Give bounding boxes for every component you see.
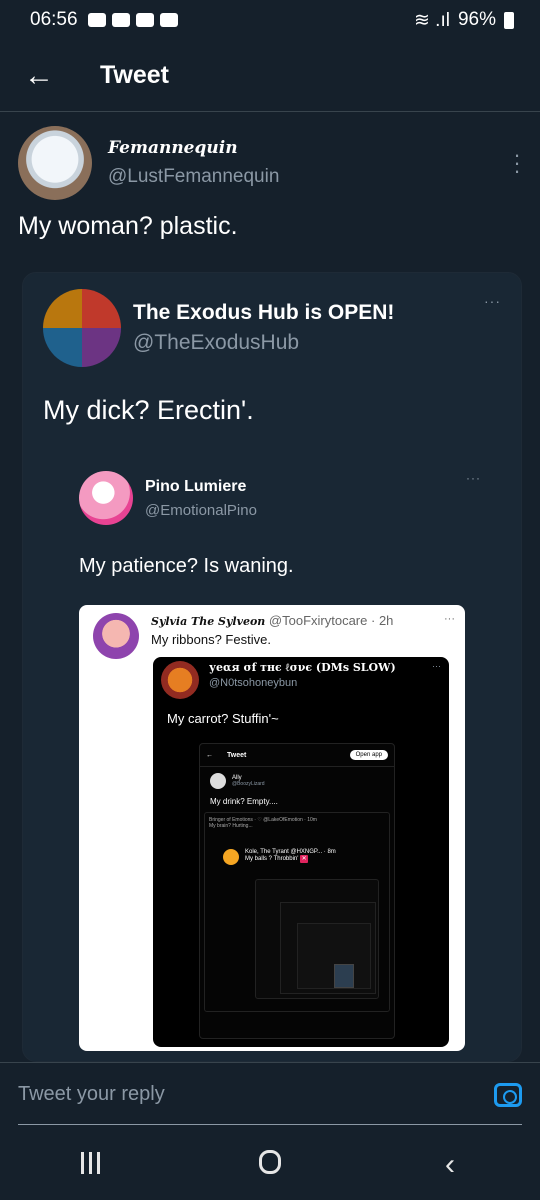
nested-quote bbox=[297, 923, 371, 989]
more-vertical-icon[interactable]: · · · bbox=[512, 144, 522, 182]
back-arrow-icon: ← bbox=[206, 751, 213, 759]
deep-tweet-text: My drink? Empty.... bbox=[210, 797, 278, 806]
handle: @TooFxirytocare bbox=[268, 613, 368, 628]
main-tweet[interactable]: Femannequin @LustFemannequin · · · My woma… bbox=[18, 126, 522, 241]
screenshot-tweet-text: My ribbons? Festive. bbox=[151, 632, 271, 647]
author-names: Pino Lumiere @EmotionalPino bbox=[145, 478, 257, 519]
display-name: уеαя σf тнє ℓσνє (DMs SLOW) bbox=[209, 661, 396, 674]
twitter-icon bbox=[111, 13, 130, 27]
avatar[interactable] bbox=[79, 471, 133, 525]
page-title: Tweet bbox=[100, 61, 169, 89]
nested-tweet-text: My patience? Is waning. bbox=[79, 555, 294, 577]
status-time: 06:56 bbox=[30, 9, 78, 30]
back-arrow-icon[interactable]: ← bbox=[0, 59, 100, 93]
avatar bbox=[210, 773, 226, 789]
youtube-icon bbox=[87, 13, 106, 27]
tweet-text: My woman? plastic. bbox=[18, 212, 238, 240]
more-icon: ··· bbox=[432, 661, 441, 671]
kole-text: My balls ? Throbbin' bbox=[245, 856, 299, 862]
quoted-tweet-card[interactable]: The Exodus Hub is OPEN! @TheExodusHub ··… bbox=[22, 272, 522, 1062]
display-name: Sylvia The Sylveon bbox=[151, 615, 266, 628]
nested-quote bbox=[255, 879, 379, 999]
x-emoji-icon: ✕ bbox=[300, 855, 309, 863]
deep-screenshot: ← Tweet Open app Ally @BoozyLizard My dr… bbox=[199, 743, 395, 1039]
tweet-author-row: Femannequin @LustFemannequin · · · bbox=[18, 126, 522, 200]
screenshot-tweet: Sylvia The Sylveon @TooFxirytocare · 2h … bbox=[93, 613, 455, 659]
nested-quote bbox=[334, 964, 354, 988]
handle[interactable]: @TheExodusHub bbox=[133, 331, 394, 355]
inner-author-row: уеαя σf тнє ℓσνє (DMs SLOW) @N0tsohoneyb… bbox=[161, 661, 441, 699]
chevron-left-icon: ‹ bbox=[445, 1148, 455, 1181]
android-nav-bar: ‹ bbox=[0, 1130, 540, 1200]
reply-input[interactable]: Tweet your reply bbox=[18, 1083, 165, 1106]
display-name[interactable]: Pino Lumiere bbox=[145, 478, 257, 496]
author-names: The Exodus Hub is OPEN! @TheExodusHub bbox=[133, 301, 394, 355]
notification-icons bbox=[87, 13, 178, 27]
avatar bbox=[223, 849, 239, 865]
quoted-author-row: The Exodus Hub is OPEN! @TheExodusHub ··… bbox=[43, 289, 501, 367]
handle: @N0tsohoneybun bbox=[209, 677, 298, 689]
open-app-button: Open app bbox=[349, 750, 388, 760]
handle: @BoozyLizard bbox=[232, 781, 265, 787]
avatar[interactable] bbox=[43, 289, 121, 367]
top-app-bar: ← Tweet bbox=[0, 40, 540, 112]
home-icon bbox=[259, 1150, 281, 1174]
handle[interactable]: @EmotionalPino bbox=[145, 502, 257, 519]
deep-quote: Bringer of Emotions · ♡ @LakeOfEmotion ·… bbox=[204, 812, 390, 1012]
camera-icon[interactable] bbox=[494, 1082, 522, 1107]
nested-quote-author-row: Pino Lumiere @EmotionalPino ··· bbox=[79, 471, 481, 525]
more-icon: ··· bbox=[444, 613, 455, 625]
wifi-signal-icon: ≋ .ıl bbox=[413, 9, 450, 31]
deep-author-row: Ally @BoozyLizard bbox=[200, 767, 394, 791]
deep-title: Tweet bbox=[227, 751, 247, 759]
kole-row: Kole, The Tyrant @HXNGP... · 8m My balls… bbox=[223, 849, 336, 865]
author-names: Femannequin @LustFemannequin bbox=[108, 138, 279, 188]
system-icons: ≋ .ıl 96% bbox=[414, 9, 514, 32]
inner-tweet-text: My carrot? Stuffin'~ bbox=[167, 711, 279, 726]
deep-header: ← Tweet Open app bbox=[200, 744, 394, 767]
recents-button[interactable] bbox=[50, 1148, 130, 1182]
avatar[interactable] bbox=[18, 126, 92, 200]
reply-underline bbox=[18, 1124, 522, 1125]
nested-quote bbox=[280, 902, 376, 994]
reply-bar: Tweet your reply bbox=[0, 1062, 540, 1126]
attached-screenshot-image[interactable]: Sylvia The Sylveon @TooFxirytocare · 2h … bbox=[79, 605, 465, 1051]
youtube-icon bbox=[159, 13, 178, 27]
youtube-icon bbox=[135, 13, 154, 27]
avatar bbox=[161, 661, 199, 699]
display-name[interactable]: The Exodus Hub is OPEN! bbox=[133, 301, 394, 325]
battery-level: 96% bbox=[457, 9, 496, 30]
back-button[interactable]: ‹ bbox=[410, 1148, 490, 1182]
more-icon[interactable]: ··· bbox=[466, 471, 481, 485]
display-name[interactable]: Femannequin bbox=[108, 138, 279, 158]
timestamp: · 2h bbox=[371, 613, 394, 628]
battery-icon bbox=[504, 11, 514, 29]
status-bar: 06:56 ≋ .ıl 96% bbox=[0, 0, 540, 40]
more-icon[interactable]: ··· bbox=[484, 293, 501, 309]
dark-screenshot: уеαя σf тнє ℓσνє (DMs SLOW) @N0tsohoneyb… bbox=[153, 657, 449, 1047]
quoted-tweet-text: My dick? Erectin'. bbox=[43, 395, 254, 425]
home-button[interactable] bbox=[230, 1148, 310, 1182]
deep-quote-text: My brain? Hurting... bbox=[209, 823, 253, 829]
handle[interactable]: @LustFemannequin bbox=[108, 166, 279, 188]
avatar bbox=[93, 613, 139, 659]
screenshot-tweet-body: Sylvia The Sylveon @TooFxirytocare · 2h … bbox=[151, 613, 393, 659]
recents-icon bbox=[80, 1152, 100, 1174]
